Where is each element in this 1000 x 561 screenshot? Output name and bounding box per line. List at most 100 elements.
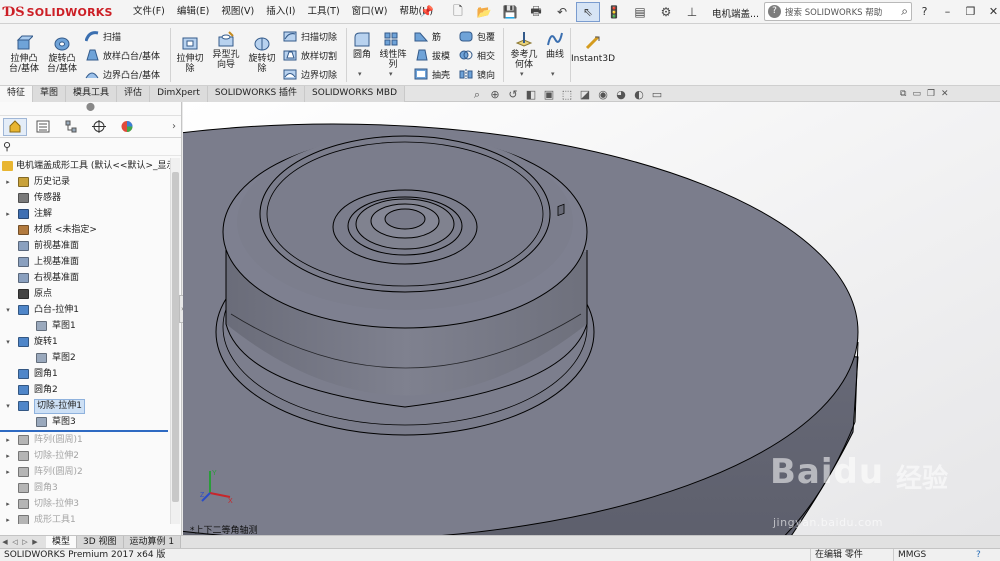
command-tab[interactable]: 模具工具 (66, 86, 118, 102)
fillet-button[interactable]: 圆角 (350, 30, 374, 60)
expand-arrow-icon[interactable]: ▸ (4, 496, 12, 512)
tree-item[interactable]: ▸ 阵列(圆周)1 (0, 432, 170, 448)
sweep-button[interactable]: 扫描 (84, 27, 121, 45)
revolve-boss-button[interactable]: 旋转凸 台/基体 (44, 34, 80, 74)
feature-tree-scrollbar[interactable] (170, 158, 180, 524)
section-view-icon[interactable]: ◧ (524, 88, 538, 102)
shell-button[interactable]: 抽壳 (413, 65, 450, 83)
viewport-minimize-icon[interactable]: ▭ (912, 89, 921, 99)
solidworks-logo[interactable]: ƊS SOLIDWORKS (4, 4, 113, 20)
revolve-cut-button[interactable]: 旋转切 除 (246, 34, 278, 74)
expand-arrow-icon[interactable]: ▸ (4, 206, 12, 222)
tree-item[interactable]: ▾ 切除-拉伸1 (0, 398, 170, 414)
restore-icon[interactable]: ❐ (960, 3, 981, 21)
tree-item[interactable]: 圆角3 (0, 480, 170, 496)
draft-button[interactable]: 拔模 (413, 46, 450, 64)
tree-item[interactable]: 传感器 (0, 190, 170, 206)
tree-item[interactable]: ▸ 注解 (0, 206, 170, 222)
tree-item[interactable]: ▸ 成形工具1 (0, 512, 170, 524)
tree-item[interactable]: 圆角1 (0, 366, 170, 382)
menu-item[interactable]: 编辑(E) (171, 0, 215, 24)
pin-icon[interactable]: 📌 (420, 5, 434, 18)
rib-button[interactable]: 筋 (413, 27, 441, 45)
close-icon[interactable]: ✕ (983, 3, 1000, 21)
view-settings-icon[interactable]: ▭ (650, 88, 664, 102)
tab-prev-icon[interactable]: ◁ (10, 538, 20, 546)
extrude-boss-button[interactable]: 拉伸凸 台/基体 (6, 34, 42, 74)
menu-item[interactable]: 文件(F) (127, 0, 171, 24)
new-document-icon[interactable]: 🗋 (446, 2, 470, 22)
scrollbar-thumb[interactable] (172, 172, 179, 502)
tree-item[interactable]: ▸ 切除-拉伸2 (0, 448, 170, 464)
save-icon[interactable]: 💾 (498, 2, 522, 22)
fillet-dropdown-icon[interactable]: ▾ (358, 70, 362, 78)
expand-arrow-icon[interactable]: ▸ (4, 512, 12, 524)
display-style-icon[interactable]: ◪ (578, 88, 592, 102)
tree-item[interactable]: 圆角2 (0, 382, 170, 398)
expand-arrow-icon[interactable]: ▸ (4, 432, 12, 448)
bottom-tab[interactable]: 3D 视图 (77, 536, 124, 548)
undo-icon[interactable]: ↶ (550, 2, 574, 22)
configuration-manager-tab-icon[interactable] (59, 118, 83, 136)
viewport-restore-icon[interactable]: ❐ (927, 89, 935, 99)
expand-arrow-icon[interactable]: ▸ (4, 174, 12, 190)
options-gear-icon[interactable]: ⚙ (654, 2, 678, 22)
file-properties-icon[interactable]: ▤ (628, 2, 652, 22)
viewport-close-icon[interactable]: ✕ (941, 89, 949, 99)
tree-item[interactable]: 原点 (0, 286, 170, 302)
pushpin-toolbar-icon[interactable]: ⊥ (680, 2, 704, 22)
apply-scene-icon[interactable]: ◐ (632, 88, 646, 102)
tree-item[interactable]: ▾ 旋转1 (0, 334, 170, 350)
bottom-tab[interactable]: 模型 (46, 536, 78, 548)
linear-pattern-button[interactable]: 线性阵 列 (376, 30, 410, 70)
mirror-button[interactable]: 镜向 (458, 65, 495, 83)
extrude-cut-button[interactable]: 拉伸切 除 (174, 34, 206, 74)
loft-boss-button[interactable]: 放样凸台/基体 (84, 46, 160, 64)
open-folder-icon[interactable]: 📂 (472, 2, 496, 22)
command-tab[interactable]: SOLIDWORKS MBD (305, 86, 405, 102)
view-orientation-icon[interactable]: ⬚ (560, 88, 574, 102)
bottom-tab[interactable]: 运动算例 1 (123, 536, 182, 548)
status-help-icon[interactable]: ? (976, 549, 981, 561)
tree-item[interactable]: 草图2 (0, 350, 170, 366)
panel-grip[interactable]: ⬤ (0, 102, 181, 116)
wrap-button[interactable]: 包覆 (458, 27, 495, 45)
tab-next-icon[interactable]: ▷ (20, 538, 30, 546)
print-icon[interactable]: 🖶 (524, 2, 548, 22)
tab-last-icon[interactable]: ▶ (30, 538, 40, 546)
menu-item[interactable]: 工具(T) (301, 0, 345, 24)
sweep-cut-button[interactable]: 扫描切除 (282, 27, 337, 45)
curves-dropdown-icon[interactable]: ▾ (551, 70, 555, 78)
display-manager-tab-icon[interactable] (115, 118, 139, 136)
curves-button[interactable]: 曲线 (543, 30, 567, 60)
tree-item[interactable]: ▸ 历史记录 (0, 174, 170, 190)
boundary-cut-button[interactable]: 边界切除 (282, 65, 337, 83)
tree-root[interactable]: 电机端盖成形工具 (默认<<默认>_显示 (0, 158, 170, 174)
menu-item[interactable]: 插入(I) (260, 0, 301, 24)
pattern-dropdown-icon[interactable]: ▾ (389, 70, 393, 78)
expand-arrow-icon[interactable]: ▸ (4, 448, 12, 464)
select-arrow-icon[interactable]: ⇖ (576, 2, 600, 22)
viewport-split-icon[interactable]: ⧉ (900, 89, 906, 99)
tree-item[interactable]: ▾ 凸台-拉伸1 (0, 302, 170, 318)
rebuild-traffic-light-icon[interactable]: 🚦 (602, 2, 626, 22)
command-tab[interactable]: 特征 (0, 86, 34, 102)
intersect-button[interactable]: 相交 (458, 46, 495, 64)
command-tab[interactable]: 草图 (33, 86, 67, 102)
help-menu-icon[interactable]: ? (914, 3, 935, 21)
command-tab[interactable]: SOLIDWORKS 插件 (207, 86, 306, 102)
tree-item[interactable]: 上视基准面 (0, 254, 170, 270)
tree-item[interactable]: 草图1 (0, 318, 170, 334)
filter-icon[interactable]: ⚲ (0, 138, 181, 156)
tree-item[interactable]: 材质 <未指定> (0, 222, 170, 238)
command-tab[interactable]: 评估 (117, 86, 151, 102)
edit-appearance-icon[interactable]: ◕ (614, 88, 628, 102)
zoom-to-fit-icon[interactable]: ⌕ (470, 88, 484, 102)
status-units[interactable]: MMGS (893, 549, 926, 561)
menu-item[interactable]: 窗口(W) (346, 0, 394, 24)
loft-cut-button[interactable]: 放样切割 (282, 46, 337, 64)
menu-item[interactable]: 视图(V) (215, 0, 260, 24)
hole-wizard-button[interactable]: 异型孔 向导 (208, 30, 244, 70)
minimize-icon[interactable]: – (937, 3, 958, 21)
collapse-arrow-icon[interactable]: ▾ (4, 334, 12, 350)
